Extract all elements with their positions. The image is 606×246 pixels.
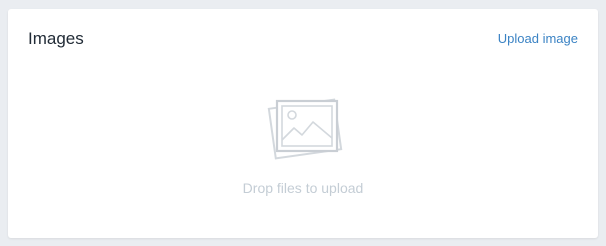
card-title: Images: [28, 29, 84, 48]
file-dropzone[interactable]: Drop files to upload: [28, 69, 578, 218]
image-placeholder-icon: [267, 98, 343, 160]
upload-image-link[interactable]: Upload image: [498, 31, 578, 47]
images-card: Images Upload image Drop files to upload: [8, 9, 598, 238]
dropzone-hint: Drop files to upload: [242, 180, 364, 196]
